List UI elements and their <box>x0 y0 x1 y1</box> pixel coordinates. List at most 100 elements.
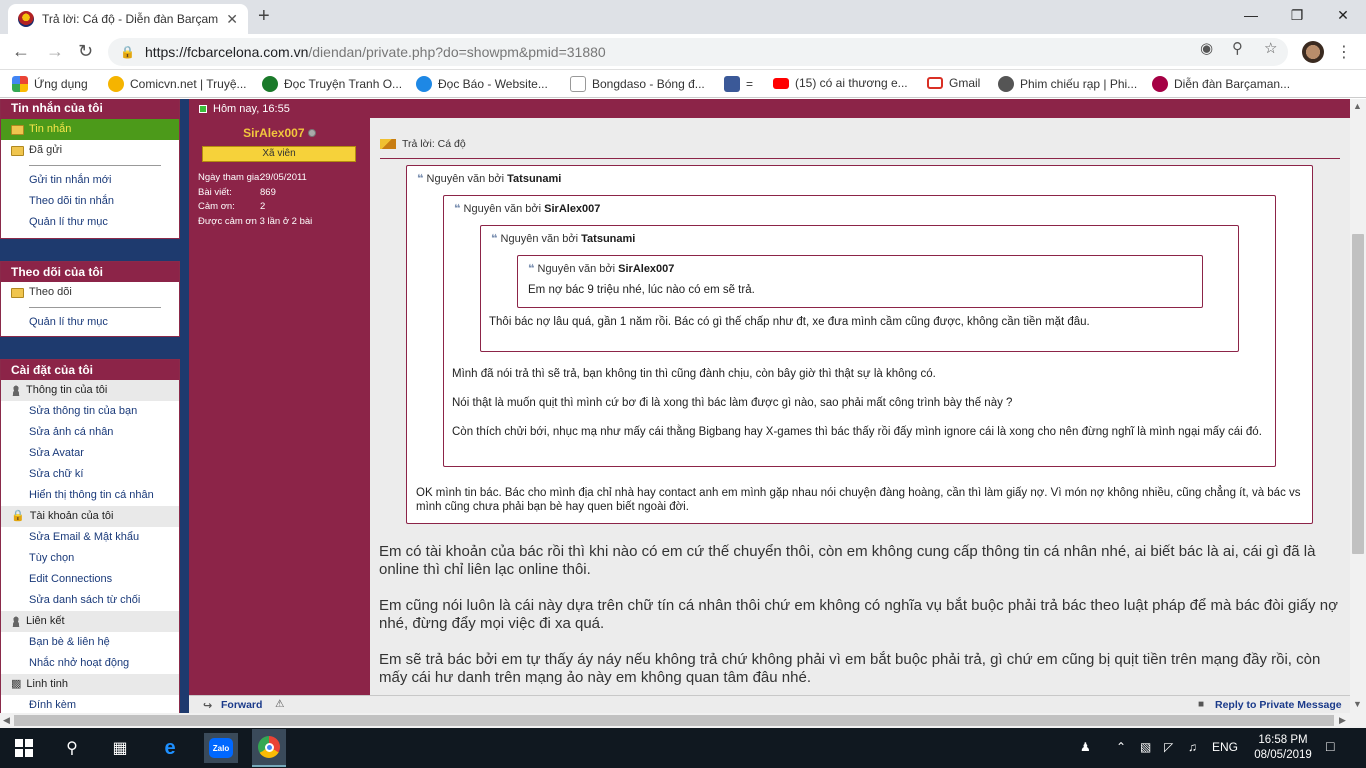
subscriptions-panel: Theo dõi của tôi Theo dõi Quản lí thư mụ… <box>0 261 180 337</box>
quote-header: ❝ Nguyên văn bởi SirAlex007 <box>454 203 601 215</box>
volume-icon[interactable]: ♫ <box>1188 740 1197 754</box>
folder-icon <box>11 287 24 298</box>
clock-time: 16:58 PM <box>1258 734 1308 746</box>
browser-tab[interactable]: Trả lời: Cá độ - Diễn đàn Barçama ✕ <box>8 4 248 34</box>
sidebar-item-edit-signature[interactable]: Sửa chữ kí <box>1 464 179 485</box>
close-window-icon[interactable]: ✕ <box>1320 0 1366 30</box>
sidebar-item-new-message[interactable]: Gửi tin nhắn mới <box>1 170 179 191</box>
quote-icon: ❝ <box>528 263 535 275</box>
bookmark-item[interactable]: Đọc Báo - Website... <box>416 76 548 92</box>
bookmark-item[interactable]: Comicvn.net | Truyệ... <box>108 76 247 92</box>
lock-icon[interactable]: 🔒 <box>120 45 135 59</box>
scroll-left-icon[interactable]: ◀ <box>3 715 10 726</box>
zalo-taskbar-button[interactable]: Zalo <box>204 733 238 763</box>
settings-group-account: 🔒 Tài khoản của tôi <box>1 506 179 527</box>
task-view-icon[interactable]: ▦ <box>108 736 132 760</box>
zalo-icon: Zalo <box>209 738 233 758</box>
cookie-blocked-icon[interactable]: ◉ <box>1200 39 1213 57</box>
quote-header: ❝ Nguyên văn bởi Tatsunami <box>491 233 636 245</box>
chrome-icon <box>258 736 280 758</box>
message-paragraph: Em cũng nói luôn là cái này dựa trên chữ… <box>379 597 1338 632</box>
close-tab-icon[interactable]: ✕ <box>226 11 238 28</box>
sidebar-item-edit-connections[interactable]: Edit Connections <box>1 569 179 590</box>
sidebar-item-track-messages[interactable]: Theo dõi tin nhắn <box>1 191 179 212</box>
sidebar-item-subscriptions[interactable]: Theo dõi <box>1 282 179 303</box>
taskbar-clock[interactable]: 16:58 PM 08/05/2019 <box>1247 733 1319 763</box>
scroll-right-icon[interactable]: ▶ <box>1339 715 1346 726</box>
sidebar-item-manage-folders[interactable]: Quản lí thư mục <box>1 212 179 233</box>
profile-avatar[interactable] <box>1302 41 1324 63</box>
sidebar-item-edit-profile[interactable]: Sửa thông tin của bạn <box>1 401 179 422</box>
gmail-icon <box>927 77 943 89</box>
tab-title: Trả lời: Cá độ - Diễn đàn Barçama <box>42 12 219 26</box>
network-icon[interactable]: ◸ <box>1164 740 1173 754</box>
user-stat-row: Ngày tham gia: 29/05/2011 <box>198 172 307 183</box>
sidebar-item-edit-avatar[interactable]: Sửa Avatar <box>1 443 179 464</box>
sidebar-item-profile-privacy[interactable]: Hiển thị thông tin cá nhân <box>1 485 179 506</box>
people-icon <box>11 616 21 627</box>
user-stats: Ngày tham gia: 29/05/2011 Bài viết: 869 Cả… <box>198 171 312 229</box>
sidebar-item-edit-picture[interactable]: Sửa ảnh cá nhân <box>1 422 179 443</box>
search-icon[interactable]: ⚲ <box>60 736 84 760</box>
reply-link[interactable]: Reply to Private Message <box>1215 699 1342 711</box>
horizontal-scrollbar[interactable]: ◀ ▶ <box>0 713 1366 728</box>
forward-link[interactable]: Forward <box>221 699 262 711</box>
user-info-pane: SirAlex007 Xã viên Ngày tham gia: 29/05/2… <box>189 118 370 695</box>
post-date: Hôm nay, 16:55 <box>213 102 290 115</box>
divider <box>1 303 179 312</box>
quote-box: ❝ Nguyên văn bởi SirAlex007 Em nợ bác 9 … <box>517 255 1203 308</box>
sidebar-item-edit-email-password[interactable]: Sửa Email & Mật khẩu <box>1 527 179 548</box>
forward-icon[interactable]: → <box>46 42 64 60</box>
chrome-taskbar-button[interactable] <box>252 729 286 767</box>
bookmark-item[interactable]: Bongdaso - Bóng đ... <box>570 76 705 92</box>
people-tray-icon[interactable]: ♟ <box>1080 740 1091 754</box>
vertical-scrollbar[interactable]: ▲ ▼ <box>1350 99 1366 713</box>
bookmark-star-icon[interactable]: ☆ <box>1264 39 1277 57</box>
action-center-icon[interactable]: □ <box>1326 738 1334 754</box>
scroll-thumb[interactable] <box>14 715 1334 726</box>
zoom-icon[interactable]: ⚲ <box>1232 39 1243 57</box>
quote-text: OK mình tin bác. Bác cho mình địa chỉ nh… <box>416 487 1301 513</box>
sidebar-item-manage-subscription-folders[interactable]: Quản lí thư mục <box>1 312 179 333</box>
reply-icon: ■ <box>1198 699 1205 710</box>
bookmark-item[interactable]: Đọc Truyện Tranh O... <box>262 76 402 92</box>
message-paragraph: Em có tài khoản của bác rồi thì khi nào … <box>379 543 1316 578</box>
scroll-up-icon[interactable]: ▲ <box>1353 101 1362 111</box>
bookmarks-bar: Ứng dụng Comicvn.net | Truyệ... Đọc Truy… <box>0 70 1366 98</box>
minimize-icon[interactable]: — <box>1228 0 1274 30</box>
address-bar[interactable]: 🔒 https://fcbarcelona.com.vn/diendan/pri… <box>108 38 1288 66</box>
bookmark-item[interactable]: Phim chiếu rạp | Phi... <box>998 76 1137 92</box>
sidebar-item-ignore-list[interactable]: Sửa danh sách từ chối <box>1 590 179 611</box>
sidebar-item-options[interactable]: Tùy chọn <box>1 548 179 569</box>
report-icon[interactable]: ⚠ <box>275 698 284 710</box>
new-tab-button[interactable]: + <box>258 6 270 26</box>
username-link[interactable]: SirAlex007 <box>189 126 370 140</box>
show-hidden-icons-icon[interactable]: ⌃ <box>1116 740 1126 754</box>
sidebar-item-friends-contacts[interactable]: Bạn bè & liên hệ <box>1 632 179 653</box>
bookmark-item[interactable]: Diễn đàn Barçaman... <box>1152 76 1290 92</box>
sidebar-item-attachments[interactable]: Đính kèm <box>1 695 179 713</box>
bookmark-item[interactable]: Ứng dụng <box>12 76 88 92</box>
sidebar-item-inbox[interactable]: Tin nhắn <box>1 119 179 140</box>
language-indicator[interactable]: ENG <box>1212 740 1238 754</box>
reload-icon[interactable]: ↻ <box>78 42 93 60</box>
back-icon[interactable]: ← <box>12 42 30 60</box>
battery-icon[interactable]: ▧ <box>1140 740 1151 754</box>
film-icon <box>998 76 1014 92</box>
edge-icon[interactable]: e <box>158 736 182 760</box>
bookmark-item[interactable]: (15) có ai thương e... <box>773 76 908 90</box>
menu-kebab-icon[interactable]: ⋮ <box>1336 42 1352 62</box>
docbao-icon <box>416 76 432 92</box>
quote-header: ❝ Nguyên văn bởi Tatsunami <box>417 173 562 185</box>
scroll-down-icon[interactable]: ▼ <box>1353 699 1362 709</box>
bookmark-item[interactable]: Gmail <box>927 76 980 90</box>
windows-start-icon[interactable] <box>12 736 36 760</box>
url-host: https://fcbarcelona.com.vn <box>144 44 309 60</box>
quote-box: ❝ Nguyên văn bởi SirAlex007 ❝ Nguyên văn… <box>443 195 1276 467</box>
sidebar-item-activity-reminders[interactable]: Nhắc nhở hoạt động <box>1 653 179 674</box>
scroll-thumb[interactable] <box>1352 234 1364 554</box>
message-paragraph: Em sẽ trả bác bởi em tự thấy áy náy nếu … <box>379 651 1321 686</box>
sidebar-item-sent[interactable]: Đã gửi <box>1 140 179 161</box>
maximize-icon[interactable]: ❐ <box>1274 0 1320 30</box>
bookmark-item[interactable]: = <box>724 76 753 92</box>
